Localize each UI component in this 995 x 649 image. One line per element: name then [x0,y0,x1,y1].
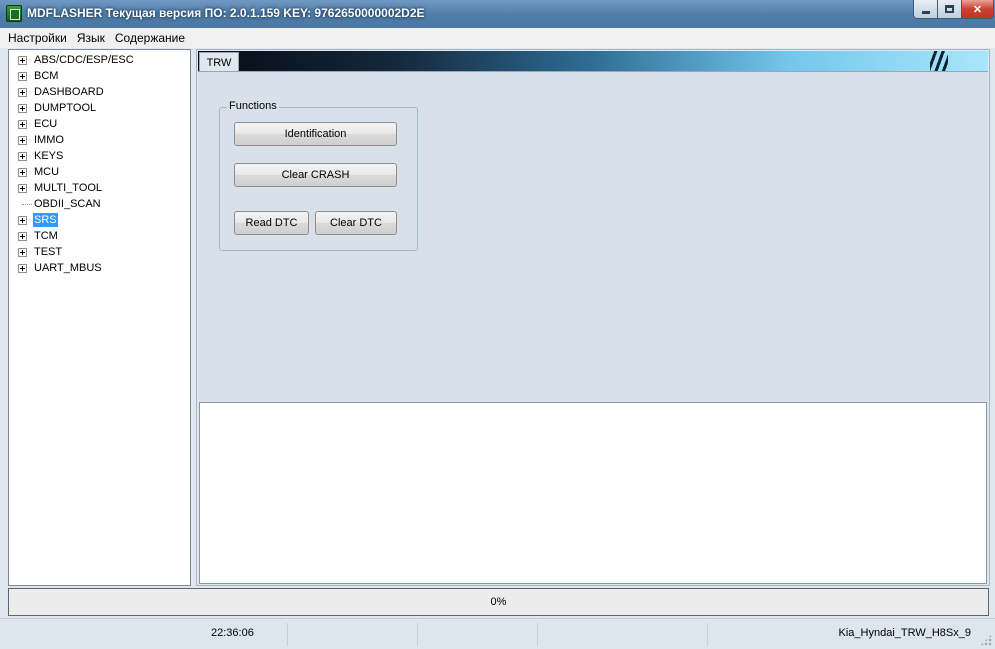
menu-bar: Настройки Язык Содержание [0,28,995,48]
functions-group-title: Functions [227,100,279,112]
clear-dtc-button[interactable]: Clear DTC [315,211,397,235]
expand-icon[interactable] [18,120,27,129]
expand-icon[interactable] [18,56,27,65]
app-window: MDFLASHER Текущая версия ПО: 2.0.1.159 K… [0,0,995,649]
tree-item-label: TEST [34,246,63,258]
clear-crash-button[interactable]: Clear CRASH [234,163,397,187]
tree-item-label: UART_MBUS [34,262,102,274]
expand-icon[interactable] [18,136,27,145]
identification-button[interactable]: Identification [234,122,397,146]
module-panel: TRW Functions Identification Clear CRASH… [196,49,990,586]
expand-icon[interactable] [18,248,27,257]
window-title: MDFLASHER Текущая версия ПО: 2.0.1.159 K… [27,6,425,20]
minimize-button[interactable] [913,0,938,19]
status-model: Kia_Hyndai_TRW_H8Sx_9 [838,627,971,639]
maximize-icon [945,5,954,13]
functions-group: Functions Identification Clear CRASH Rea… [219,100,418,251]
expand-icon[interactable] [18,88,27,97]
status-bar: 22:36:06 Kia_Hyndai_TRW_H8Sx_9 [0,618,995,649]
title-bar[interactable]: MDFLASHER Текущая версия ПО: 2.0.1.159 K… [0,0,995,28]
minimize-icon [921,10,930,14]
menu-settings[interactable]: Настройки [8,31,67,45]
app-icon[interactable] [6,5,22,22]
resize-grip-icon[interactable] [980,634,992,646]
expand-icon[interactable] [18,168,27,177]
tree-item-label: TCM [34,230,58,242]
tree-item-label: SRS [33,213,58,227]
close-button[interactable]: ✕ [961,0,994,19]
status-separator [417,623,418,646]
progress-text: 0% [490,596,507,608]
menu-language[interactable]: Язык [77,31,105,45]
menu-contents[interactable]: Содержание [115,31,185,45]
expand-icon[interactable] [18,184,27,193]
expand-icon[interactable] [18,216,27,225]
tree-item-label: IMMO [34,134,64,146]
progress-bar: 0% [8,588,989,616]
tree-item-label: DUMPTOOL [34,102,97,114]
tree-item-label: ECU [34,118,58,130]
status-time: 22:36:06 [211,627,254,639]
expand-icon[interactable] [18,264,27,273]
tree-item-label: KEYS [34,150,64,162]
status-separator [707,623,708,646]
tab-trw[interactable]: TRW [199,52,239,72]
status-separator [287,623,288,646]
tree-item-label: MCU [34,166,60,178]
tab-content: Functions Identification Clear CRASH Rea… [198,71,988,401]
maximize-button[interactable] [937,0,962,19]
tree-connector [22,204,32,205]
log-output[interactable] [199,402,987,584]
tree-item-label: OBDII_SCAN [34,198,101,210]
expand-icon[interactable] [18,104,27,113]
expand-icon[interactable] [18,152,27,161]
tree-item-label: MULTI_TOOL [34,182,103,194]
read-dtc-button[interactable]: Read DTC [234,211,309,235]
tree-item-label: DASHBOARD [34,86,104,98]
expand-icon[interactable] [18,72,27,81]
tree-item-label: ABS/CDC/ESP/ESC [34,54,134,66]
module-tree[interactable]: ABS/CDC/ESP/ESC BCM DASHBOARD DUMPTOOL E… [8,49,191,586]
tree-item-label: BCM [34,70,59,82]
tab-strip [198,51,988,71]
status-separator [537,623,538,646]
close-icon: ✕ [972,3,983,16]
expand-icon[interactable] [18,232,27,241]
